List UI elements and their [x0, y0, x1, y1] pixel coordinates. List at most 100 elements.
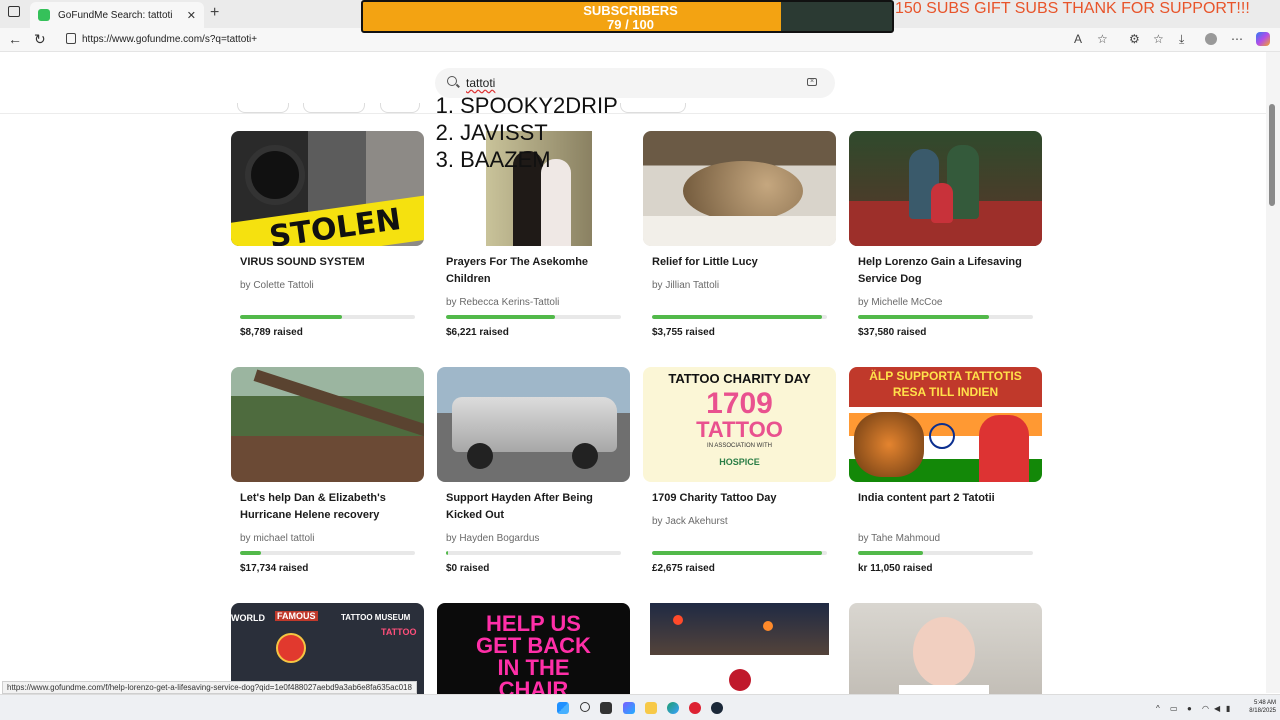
search-taskbar-icon[interactable]: [580, 702, 590, 712]
campaign-card[interactable]: STOLEN VIRUS SOUND SYSTEM by Colette Tatto…: [231, 131, 424, 341]
ashoka-chakra-icon: [929, 423, 955, 449]
tray-overflow-icon[interactable]: ^: [1156, 704, 1160, 713]
tab-close-icon[interactable]: ✕: [187, 9, 196, 22]
progress-fill: [240, 551, 261, 555]
more-options-icon[interactable]: ⋯: [1231, 32, 1243, 46]
banner-text: ÄLP SUPPORTA TATTOTIS: [869, 369, 1022, 383]
obs-icon[interactable]: [689, 702, 701, 714]
amount-raised: $17,734 raised: [240, 563, 309, 574]
campaign-image-frame[interactable]: [231, 367, 424, 482]
campaign-image-frame[interactable]: [643, 131, 836, 246]
steam-icon[interactable]: [711, 702, 723, 714]
face-shape: [913, 617, 975, 687]
filter-chip[interactable]: [303, 103, 365, 113]
header-divider: [0, 113, 1266, 114]
campaign-title[interactable]: India content part 2 Tatotii: [858, 490, 1038, 507]
progress-fill: [652, 551, 822, 555]
volume-icon[interactable]: ◀: [1214, 704, 1220, 713]
microphone-icon[interactable]: ●: [1187, 704, 1192, 713]
new-tab-button[interactable]: +: [210, 4, 219, 22]
taskbar-clock[interactable]: 5:48 AM 8/18/2025: [1240, 699, 1276, 715]
campaign-title[interactable]: 1709 Charity Tattoo Day: [652, 490, 832, 507]
filter-chip[interactable]: [620, 103, 686, 113]
campaign-card[interactable]: HELP US GET BACK IN THE CHAIR: [437, 603, 630, 718]
campaign-image-frame[interactable]: [437, 367, 630, 482]
person-shape: [979, 415, 1029, 482]
blanket-shape: [643, 216, 836, 246]
copilot-icon[interactable]: [1256, 32, 1270, 46]
sign-text: FAMOUS: [275, 611, 318, 621]
campaign-card[interactable]: ÄLP SUPPORTA TATTOTIS RESA TILL INDIEN Ind…: [849, 367, 1042, 577]
clear-search-icon[interactable]: ×: [807, 78, 817, 86]
flower-shape: [729, 669, 751, 691]
speaker-shape: [245, 145, 305, 205]
extensions-icon[interactable]: ⚙: [1129, 32, 1140, 46]
campaign-title[interactable]: Support Hayden After Being Kicked Out: [446, 490, 626, 524]
search-input[interactable]: tattoti: [466, 76, 495, 90]
campaign-image-frame[interactable]: ÄLP SUPPORTA TATTOTIS RESA TILL INDIEN: [849, 367, 1042, 482]
downloads-icon[interactable]: ⤓: [1179, 32, 1184, 47]
campaign-organizer: by michael tattoli: [240, 533, 315, 544]
tab-title: GoFundMe Search: tattoti: [58, 9, 173, 21]
copilot-taskbar-icon[interactable]: [623, 702, 635, 714]
tab-actions-icon[interactable]: [8, 6, 20, 17]
campaign-title[interactable]: Help Lorenzo Gain a Lifesaving Service D…: [858, 254, 1038, 288]
progress-bar: [240, 315, 415, 319]
filter-chip[interactable]: [237, 103, 289, 113]
leaderboard-rank: 3.: [435, 147, 454, 172]
read-aloud-icon[interactable]: A: [1074, 32, 1082, 46]
leaderboard-row: 3. BAAZEM: [420, 146, 618, 173]
subscriber-goal-count: 79 / 100: [607, 17, 654, 32]
leaderboard-row: 1. SPOOKY2DRIP: [420, 92, 618, 119]
file-explorer-icon[interactable]: [645, 702, 657, 714]
progress-bar: [446, 551, 621, 555]
edge-browser-icon[interactable]: [667, 702, 679, 714]
campaign-organizer: by Rebecca Kerins-Tattoli: [446, 297, 560, 308]
leaderboard-name: BAAZEM: [460, 147, 551, 172]
profile-avatar[interactable]: [1205, 33, 1217, 45]
campaign-card[interactable]: Relief for Little Lucy by Jillian Tattoli…: [643, 131, 836, 341]
battery-icon[interactable]: ▮: [1226, 704, 1230, 713]
poster-number: 1709: [706, 387, 773, 420]
campaign-image-frame[interactable]: [849, 131, 1042, 246]
start-icon[interactable]: [557, 702, 569, 714]
campaign-title[interactable]: Relief for Little Lucy: [652, 254, 832, 271]
campaign-title[interactable]: VIRUS SOUND SYSTEM: [240, 254, 420, 271]
poster-logo: HOSPICE: [719, 457, 760, 467]
wifi-icon[interactable]: ◠: [1202, 704, 1209, 713]
campaign-title[interactable]: Prayers For The Asekomhe Children: [446, 254, 626, 288]
back-arrow-icon[interactable]: ←: [8, 31, 22, 47]
task-view-icon[interactable]: [600, 702, 612, 714]
site-info-icon[interactable]: [66, 33, 76, 44]
network-icon[interactable]: ▭: [1170, 704, 1178, 713]
campaign-image-frame[interactable]: TATTOO CHARITY DAY 1709 TATTOO IN ASSOCIATI…: [643, 367, 836, 482]
favorites-icon[interactable]: ☆: [1153, 32, 1164, 46]
amount-raised: kr 11,050 raised: [858, 563, 933, 574]
child-shape: [931, 183, 953, 223]
campaign-card[interactable]: Support Hayden After Being Kicked Out by …: [437, 367, 630, 577]
campaign-title[interactable]: Let's help Dan & Elizabeth's Hurricane H…: [240, 490, 420, 524]
campaign-card[interactable]: Let's help Dan & Elizabeth's Hurricane H…: [231, 367, 424, 577]
campaign-image-frame[interactable]: [643, 603, 836, 693]
poster-subtext: IN ASSOCIATION WITH: [707, 443, 772, 449]
campaign-card[interactable]: Help Lorenzo Gain a Lifesaving Service D…: [849, 131, 1042, 341]
tab-gofundme-search[interactable]: GoFundMe Search: tattoti ✕: [30, 2, 204, 28]
progress-bar: [652, 315, 827, 319]
progress-bar: [858, 315, 1033, 319]
campaign-image-frame[interactable]: STOLEN: [231, 131, 424, 246]
filter-chip[interactable]: [380, 103, 420, 113]
campaign-organizer: by Colette Tattoli: [240, 280, 314, 291]
leaderboard: 1. SPOOKY2DRIP 2. JAVISST 3. BAAZEM: [420, 92, 618, 173]
refresh-icon[interactable]: ↻: [34, 31, 46, 48]
scrollbar-thumb[interactable]: [1269, 104, 1275, 206]
leaderboard-row: 2. JAVISST: [420, 119, 618, 146]
link-preview-status: https://www.gofundme.com/f/help-lorenzo-…: [2, 681, 417, 694]
address-bar-url[interactable]: https://www.gofundme.com/s?q=tattoti+: [82, 34, 257, 45]
campaign-organizer: by Tahe Mahmoud: [858, 533, 941, 544]
clock-time: 5:48 AM: [1253, 700, 1276, 706]
campaign-card[interactable]: TATTOO CHARITY DAY 1709 TATTOO IN ASSOCIATI…: [643, 367, 836, 577]
campaign-card[interactable]: [643, 603, 836, 698]
favorite-star-icon[interactable]: ☆: [1097, 32, 1108, 46]
campaign-card[interactable]: [849, 603, 1042, 718]
light-shape: [673, 615, 683, 625]
